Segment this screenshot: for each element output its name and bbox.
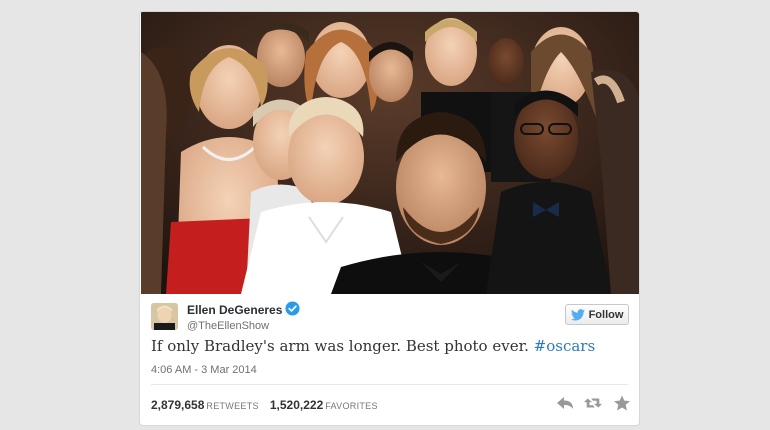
retweets-label: RETWEETS bbox=[206, 401, 259, 411]
retweet-icon[interactable] bbox=[584, 395, 602, 411]
favorites-label: FAVORITES bbox=[325, 401, 378, 411]
follow-button[interactable]: Follow bbox=[565, 304, 629, 325]
avatar-image bbox=[151, 303, 178, 330]
follow-button-label: Follow bbox=[588, 308, 624, 321]
author-handle[interactable]: @TheEllenShow bbox=[187, 320, 269, 332]
hashtag-link[interactable]: #oscars bbox=[534, 337, 596, 355]
tweet-photo[interactable] bbox=[141, 12, 639, 294]
stats-divider bbox=[151, 384, 628, 385]
embedded-tweet-card: Ellen DeGeneres @TheEllenShow Follow If … bbox=[139, 11, 640, 426]
favorite-star-icon[interactable] bbox=[613, 395, 631, 411]
author-name[interactable]: Ellen DeGeneres bbox=[187, 303, 282, 317]
tweet-text: If only Bradley's arm was longer. Best p… bbox=[151, 337, 595, 355]
tweet-body: If only Bradley's arm was longer. Best p… bbox=[151, 337, 534, 355]
author-avatar[interactable] bbox=[151, 303, 178, 330]
tweet-stats: 2,879,658 RETWEETS 1,520,222 FAVORITES bbox=[151, 398, 386, 412]
reply-icon[interactable] bbox=[556, 395, 574, 411]
retweets-count[interactable]: 2,879,658 bbox=[151, 398, 204, 412]
tweet-timestamp[interactable]: 4:06 AM - 3 Mar 2014 bbox=[151, 364, 257, 376]
twitter-bird-icon bbox=[570, 308, 585, 321]
verified-badge-icon bbox=[285, 301, 300, 316]
favorites-count[interactable]: 1,520,222 bbox=[270, 398, 323, 412]
group-selfie-image bbox=[141, 12, 639, 294]
